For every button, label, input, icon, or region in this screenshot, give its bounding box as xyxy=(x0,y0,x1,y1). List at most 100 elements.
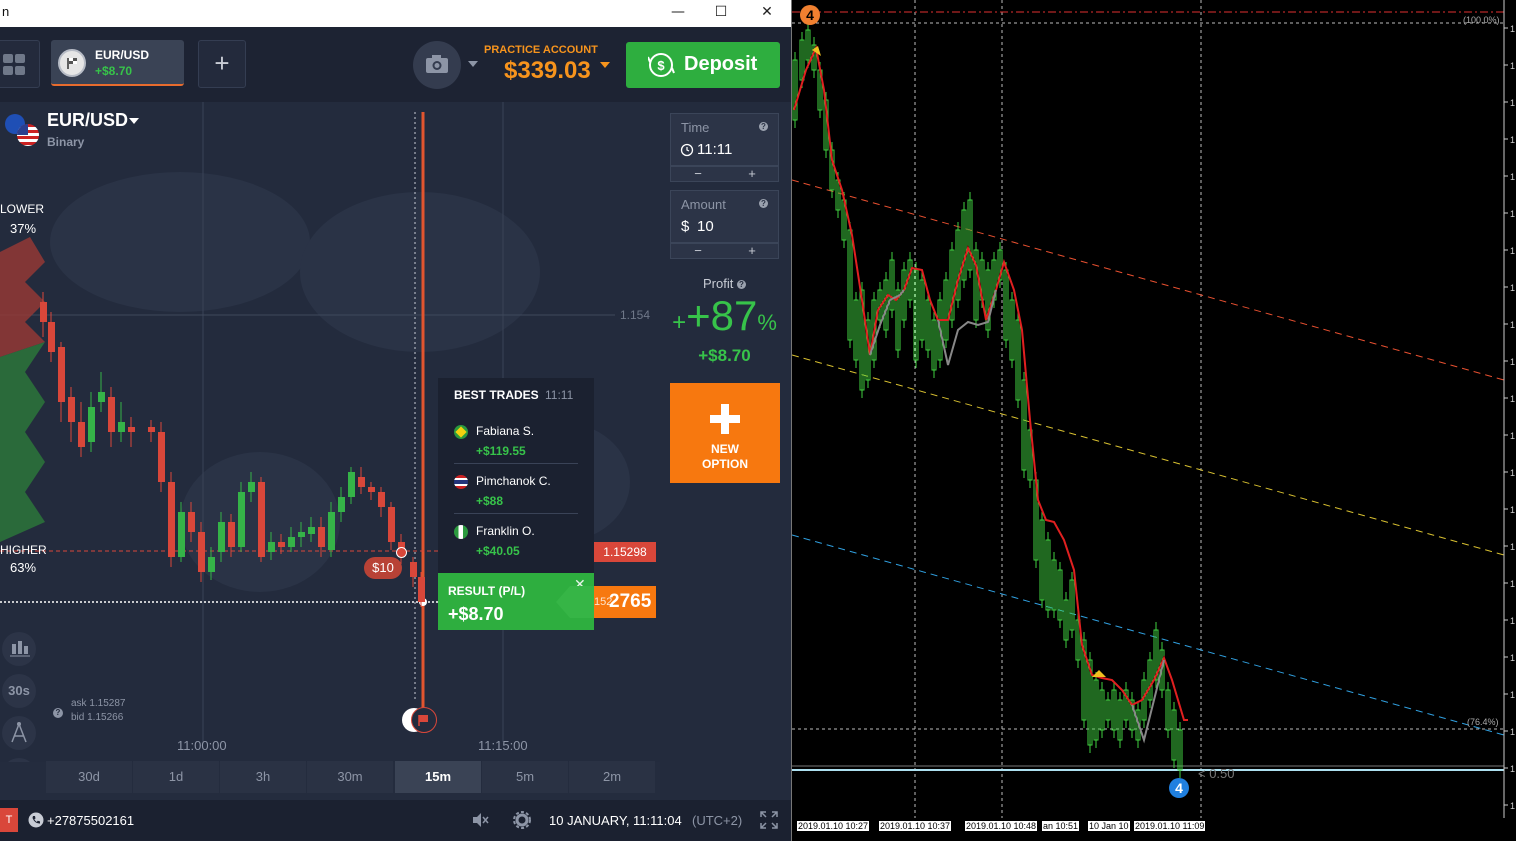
camera-icon xyxy=(426,55,448,73)
new-option-label-2: OPTION xyxy=(701,457,748,471)
metatrader-chart[interactable]: 1 1 1 1 1 1 1 1 1 1 1 1 1 1 1 1 1 1 1 1 1 1 4 4 (100.0%) (76.… xyxy=(791,0,1516,841)
amount-label: Amount xyxy=(681,197,726,212)
time-help-icon[interactable]: ? xyxy=(759,122,768,131)
asset-name[interactable]: EUR/USD xyxy=(47,110,128,131)
settings-gear-icon[interactable] xyxy=(513,811,531,829)
amount-increase-button[interactable]: + xyxy=(725,243,779,258)
timeframe-1d[interactable]: 1d xyxy=(133,761,219,793)
trader-name: Franklin O. xyxy=(476,524,535,538)
mt-top-marker-icon: 4 xyxy=(800,5,820,25)
profit-label: Profit xyxy=(703,276,734,291)
bid-price: bid 1.15266 xyxy=(71,712,124,723)
amount-value[interactable]: 10 xyxy=(697,218,714,235)
mt-axis-label: 1 xyxy=(1510,764,1515,774)
tab-asset-pl: +$8.70 xyxy=(95,64,133,78)
new-option-button[interactable]: NEW OPTION xyxy=(670,383,780,483)
timeframe-30d[interactable]: 30d xyxy=(46,761,132,793)
mt-axis-label: 1 xyxy=(1510,431,1515,441)
best-trades-time: 11:11 xyxy=(545,388,574,402)
indicators-button[interactable] xyxy=(2,758,36,762)
flag-icon xyxy=(58,49,86,77)
mt-date-label: 2019.01.10 11:09 xyxy=(1134,821,1206,831)
layout-grid-button[interactable] xyxy=(0,40,40,88)
grid-icon xyxy=(3,54,25,75)
fullscreen-icon[interactable] xyxy=(760,811,778,829)
info-icon[interactable]: ? xyxy=(53,708,63,718)
expiry-flag-icon xyxy=(411,707,437,733)
asset-tab[interactable]: EUR/USD +$8.70 xyxy=(51,40,184,86)
deposit-button[interactable]: $ Deposit xyxy=(626,42,780,88)
mt-axis-label: 1 xyxy=(1510,357,1515,367)
price-note: < 0.50 xyxy=(1198,766,1235,781)
price-level-label: 1.154 xyxy=(620,308,651,322)
lower-label: LOWER xyxy=(0,202,45,216)
amount-stepper: − + xyxy=(670,243,779,259)
window-titlebar: n — ☐ ✕ xyxy=(0,0,791,27)
datetime: 10 JANUARY, 11:11:04 xyxy=(549,813,682,828)
mute-icon[interactable] xyxy=(471,812,489,828)
time-stepper: − + xyxy=(670,166,779,182)
timeframe-2m[interactable]: 2m xyxy=(569,761,655,793)
currency-pair-flags-icon xyxy=(5,114,39,146)
add-tab-button[interactable]: + xyxy=(198,40,246,88)
account-type-label[interactable]: PRACTICE ACCOUNT xyxy=(484,44,598,56)
mt-axis-label: 1 xyxy=(1510,579,1515,589)
mt-axis-label: 1 xyxy=(1510,172,1515,182)
mt-date-label: 2019.01.10 10:27 xyxy=(797,821,870,831)
balance-dropdown-icon[interactable] xyxy=(599,61,611,69)
live-price-suffix: 2765 xyxy=(609,591,652,612)
timeframe-30m[interactable]: 30m xyxy=(307,761,393,793)
mt-axis-label: 1 xyxy=(1510,468,1515,478)
timeframe-5m[interactable]: 5m xyxy=(482,761,568,793)
trader-amount: +$40.05 xyxy=(476,544,520,558)
result-arrow-icon xyxy=(556,586,594,618)
mt-candlesticks xyxy=(792,22,1183,778)
bet-amount-marker[interactable]: $10 xyxy=(364,557,402,579)
amount-decrease-button[interactable]: − xyxy=(671,243,725,258)
account-balance[interactable]: $339.03 xyxy=(504,57,591,85)
amount-field[interactable]: Amount ? $ 10 xyxy=(670,190,779,243)
mt-date-axis: 2019.01.10 10:27 2019.01.10 10:37 2019.0… xyxy=(792,818,1516,841)
higher-percent: 63% xyxy=(10,560,37,575)
support-phone[interactable]: +27875502161 xyxy=(47,813,134,828)
best-trades-panel: BEST TRADES 11:11 Fabiana S. +$119.55 Pi… xyxy=(438,378,594,576)
mt-bottom-marker-icon: 4 xyxy=(1169,778,1189,798)
mt-price-axis: 1 1 1 1 1 1 1 1 1 1 1 1 1 1 1 1 1 1 1 1 1 1 xyxy=(1504,24,1515,811)
mt-axis-label: 1 xyxy=(1510,98,1515,108)
mt-axis-label: 1 xyxy=(1510,505,1515,515)
mt-axis-label: 1 xyxy=(1510,542,1515,552)
current-price-tag: 1.15298 xyxy=(594,542,656,562)
screenshot-button[interactable] xyxy=(413,41,461,89)
trading-window: n — ☐ ✕ + EUR/USD +$8.70 PRACTICE ACCOUN… xyxy=(0,0,791,841)
close-button[interactable]: ✕ xyxy=(744,0,790,27)
minimize-button[interactable]: — xyxy=(655,0,701,27)
asset-dropdown-icon[interactable] xyxy=(128,117,140,125)
chat-button[interactable]: T xyxy=(0,808,18,832)
nigeria-flag-icon xyxy=(454,525,468,539)
mt-axis-label: 1 xyxy=(1510,24,1515,34)
expiry-time-field[interactable]: Time ? 11:11 xyxy=(670,113,779,166)
ask-price: ask 1.15287 xyxy=(71,698,126,709)
timeframe-3h[interactable]: 3h xyxy=(220,761,306,793)
amount-help-icon[interactable]: ? xyxy=(759,199,768,208)
mt-axis-label: 1 xyxy=(1510,394,1515,404)
live-price-tag: 152 2765 xyxy=(594,586,656,618)
maximize-button[interactable]: ☐ xyxy=(698,0,744,27)
camera-dropdown-icon[interactable] xyxy=(467,60,479,68)
mt-chart-canvas: 1 1 1 1 1 1 1 1 1 1 1 1 1 1 1 1 1 1 1 1 1 1 xyxy=(792,0,1515,818)
trader-name: Pimchanok C. xyxy=(476,474,551,488)
mt-axis-label: 1 xyxy=(1510,61,1515,71)
mt-axis-label: 1 xyxy=(1510,135,1515,145)
profit-percent-value: +87 xyxy=(686,292,758,339)
time-increase-button[interactable]: + xyxy=(725,166,779,181)
time-label: Time xyxy=(681,120,710,135)
timeframe-15m[interactable]: 15m xyxy=(395,761,481,793)
candle-interval-button[interactable]: 30s xyxy=(2,674,36,708)
mt-axis-label: 1 xyxy=(1510,727,1515,737)
time-decrease-button[interactable]: − xyxy=(671,166,725,181)
chart-type-button[interactable] xyxy=(2,632,36,666)
profit-help-icon[interactable]: ? xyxy=(736,280,746,289)
drawing-tools-button[interactable] xyxy=(2,716,36,750)
compass-icon xyxy=(11,722,27,743)
mt-axis-label: 1 xyxy=(1510,320,1515,330)
